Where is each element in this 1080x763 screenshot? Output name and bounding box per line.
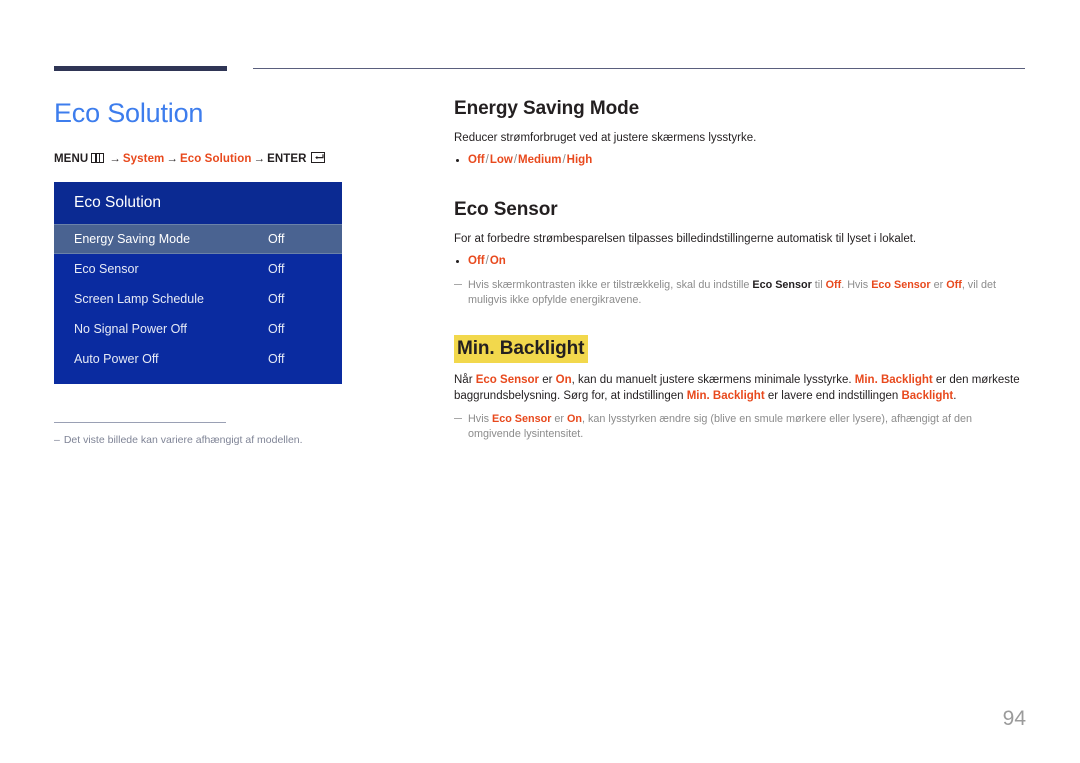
note-keyword-eco-sensor: Eco Sensor: [752, 279, 812, 291]
body-keyword-eco-sensor: Eco Sensor: [475, 374, 540, 386]
option-list-eco-sensor: Off/On: [454, 253, 1026, 270]
section-heading-min-backlight: Min. Backlight: [454, 335, 589, 363]
note-keyword-eco-sensor-2: Eco Sensor: [871, 279, 931, 291]
enter-icon: [310, 152, 325, 163]
section-body-energy-saving-mode: Reducer strømforbruget ved at justere sk…: [454, 132, 757, 144]
footnote-rule: [54, 422, 226, 423]
osd-row-value: Off: [268, 232, 285, 246]
breadcrumb-arrow-1: →: [109, 153, 121, 165]
osd-row-label: Eco Sensor: [74, 262, 139, 276]
right-column: Energy Saving Mode Reducer strømforbruge…: [454, 96, 1026, 441]
osd-row-screen-lamp-schedule[interactable]: Screen Lamp Schedule Off: [54, 284, 342, 314]
note-keyword-off: Off: [825, 279, 842, 291]
left-column: Eco Solution MENU → System → Eco Solution → EN…: [54, 96, 414, 384]
breadcrumb-item-system[interactable]: System: [123, 153, 165, 165]
note-text: . Hvis: [841, 279, 872, 291]
body-text-part: , kan du manuelt justere skærmens minima…: [571, 374, 855, 386]
breadcrumb-item-eco-solution[interactable]: Eco Solution: [180, 153, 251, 165]
option-off[interactable]: Off: [468, 154, 485, 166]
footnote-body: Det viste billede kan variere afhængigt …: [63, 434, 303, 446]
list-item: Off/On: [456, 253, 1026, 270]
section-note-eco-sensor: Hvis skærmkontrasten ikke er tilstrækkel…: [454, 278, 1026, 307]
option-medium[interactable]: Medium: [518, 154, 561, 166]
osd-row-energy-saving-mode[interactable]: Energy Saving Mode Off: [54, 224, 342, 254]
body-keyword-backlight: Backlight: [901, 390, 954, 402]
section-note-min-backlight: Hvis Eco Sensor er On, kan lysstyrken æn…: [454, 412, 1026, 441]
osd-row-label: Screen Lamp Schedule: [74, 292, 204, 306]
page-title: Eco Solution: [54, 98, 204, 128]
page-number: 94: [1002, 707, 1026, 730]
option-low[interactable]: Low: [490, 154, 513, 166]
note-text: Hvis: [468, 413, 492, 425]
header-rule-thick: [54, 66, 227, 71]
header-rule-thin: [253, 68, 1025, 69]
body-text-part: .: [953, 390, 957, 402]
note-text: er: [930, 279, 947, 291]
option-list-energy-saving-mode: Off/Low/Medium/High: [454, 152, 1026, 169]
breadcrumb-arrow-2: →: [166, 153, 178, 165]
osd-row-label: Auto Power Off: [74, 352, 159, 366]
osd-menu-panel: Eco Solution Energy Saving Mode Off Eco …: [54, 182, 342, 384]
osd-row-no-signal-power-off[interactable]: No Signal Power Off Off: [54, 314, 342, 344]
note-text: Hvis skærmkontrasten ikke er tilstrækkel…: [468, 279, 753, 291]
option-off[interactable]: Off: [468, 255, 485, 267]
list-item: Off/Low/Medium/High: [456, 152, 1026, 169]
osd-row-value: Off: [268, 322, 285, 336]
footnote-text: – Det viste billede kan variere afhængigt…: [54, 433, 414, 447]
section-heading-energy-saving-mode: Energy Saving Mode: [454, 98, 640, 119]
osd-row-label: Energy Saving Mode: [74, 232, 191, 246]
footnote-block: – Det viste billede kan variere afhængigt…: [54, 422, 414, 447]
document-page: Eco Solution MENU → System → Eco Solution → EN…: [0, 0, 1080, 763]
menu-icon: [91, 153, 105, 163]
osd-row-value: Off: [268, 352, 285, 366]
note-keyword-off-2: Off: [946, 279, 962, 291]
body-text-part: er: [539, 374, 556, 386]
option-high[interactable]: High: [567, 154, 593, 166]
breadcrumb-enter-label: ENTER: [267, 153, 307, 165]
body-keyword-min-backlight: Min. Backlight: [854, 374, 933, 386]
note-text: til: [811, 279, 826, 291]
osd-row-eco-sensor[interactable]: Eco Sensor Off: [54, 254, 342, 284]
breadcrumb-menu-label: MENU: [54, 153, 89, 165]
section-body-min-backlight: Når Eco Sensor er On, kan du manuelt jus…: [454, 372, 1026, 404]
osd-menu-title: Eco Solution: [54, 182, 342, 224]
body-text-part: Når: [454, 374, 476, 386]
note-text: er: [551, 413, 568, 425]
section-heading-eco-sensor: Eco Sensor: [454, 199, 558, 220]
note-keyword-eco-sensor: Eco Sensor: [492, 413, 552, 425]
osd-row-value: Off: [268, 292, 285, 306]
breadcrumb: MENU → System → Eco Solution → ENTER: [54, 152, 414, 166]
breadcrumb-arrow-3: →: [253, 153, 266, 165]
osd-row-label: No Signal Power Off: [74, 322, 188, 336]
osd-row-auto-power-off[interactable]: Auto Power Off Off: [54, 344, 342, 374]
body-text-part: er lavere end indstillingen: [764, 390, 902, 402]
footnote-dash: –: [54, 434, 60, 446]
osd-row-value: Off: [268, 262, 285, 276]
section-body-eco-sensor: For at forbedre strømbesparelsen tilpass…: [454, 233, 917, 245]
body-keyword-min-backlight-2: Min. Backlight: [686, 390, 765, 402]
option-on[interactable]: On: [490, 255, 506, 267]
note-keyword-on: On: [567, 413, 583, 425]
body-keyword-on: On: [555, 374, 572, 386]
